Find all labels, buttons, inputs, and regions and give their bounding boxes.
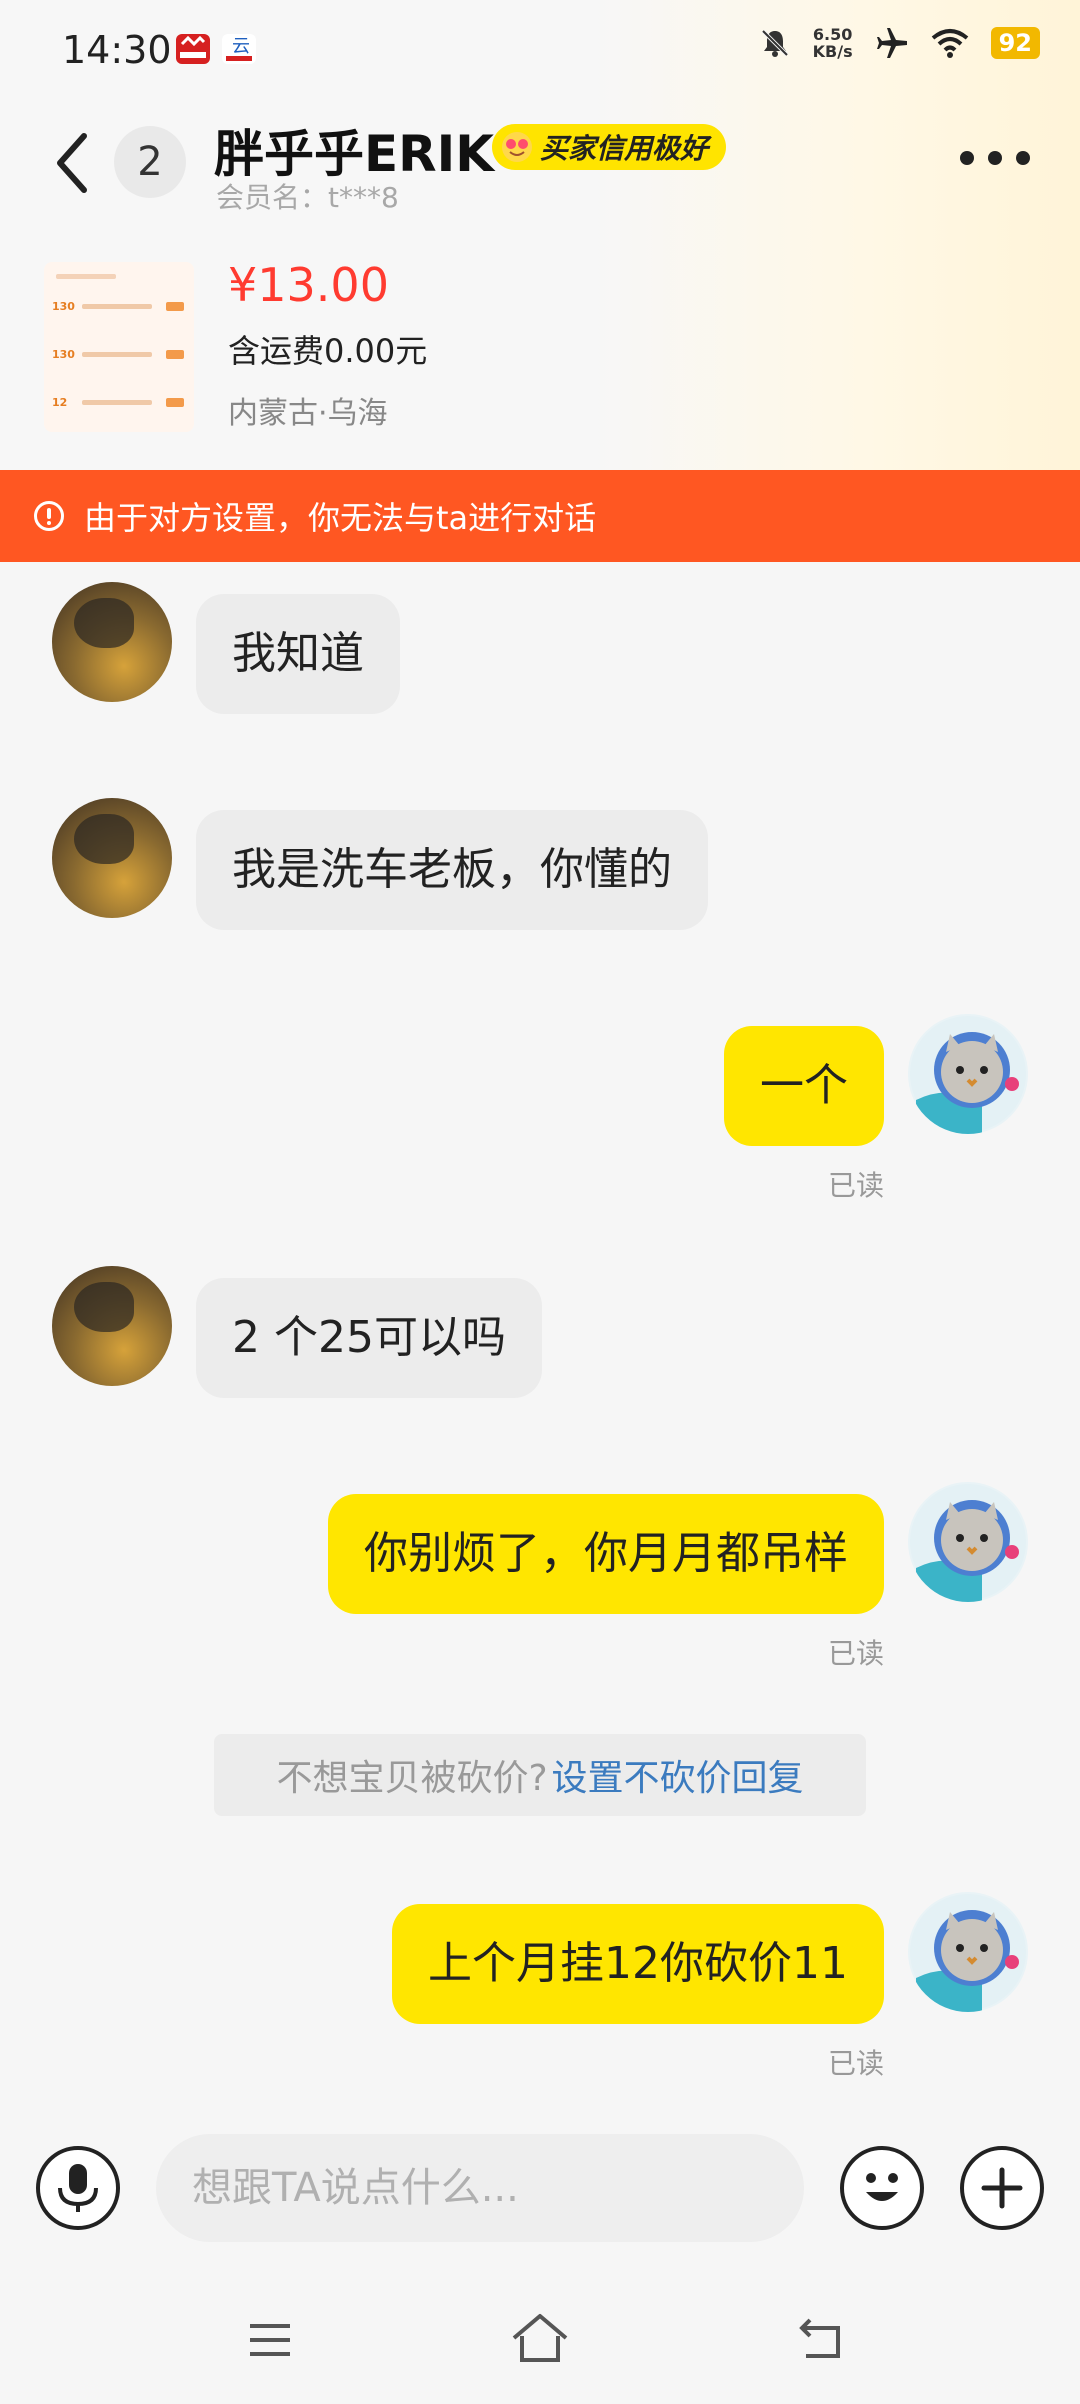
warning-icon: [34, 501, 64, 531]
home-nav-button[interactable]: [510, 2312, 570, 2368]
message-bubble-received[interactable]: 我是洗车老板，你懂的: [196, 810, 708, 930]
status-time: 14:30: [62, 28, 172, 72]
voice-button[interactable]: [36, 2146, 120, 2230]
product-thumbnail[interactable]: 130 130 12: [44, 262, 194, 432]
return-icon: [799, 2318, 840, 2358]
back-arrow-icon: [57, 133, 87, 193]
return-nav-button[interactable]: [796, 2314, 848, 2366]
back-button[interactable]: [50, 128, 96, 198]
emoji-button[interactable]: [840, 2146, 924, 2230]
speed-value: 6.50: [812, 25, 853, 44]
message-input[interactable]: [156, 2134, 804, 2242]
svg-text:云: 云: [232, 36, 250, 57]
plus-icon: [981, 2167, 1023, 2209]
menu-icon: [250, 2324, 290, 2356]
read-status: 已读: [827, 2047, 884, 2080]
warning-banner: 由于对方设置，你无法与ta进行对话: [0, 470, 1080, 562]
my-avatar[interactable]: [908, 1892, 1028, 2012]
status-app-icon-2: 云: [222, 34, 256, 64]
cat-avatar-icon: [910, 1016, 1026, 1134]
speed-unit: KB/s: [812, 42, 853, 61]
status-app-icon-1: [176, 34, 210, 64]
my-avatar[interactable]: [908, 1014, 1028, 1134]
message-bubble-received[interactable]: 我知道: [196, 594, 400, 714]
more-icon: [960, 151, 974, 165]
message-bubble-sent[interactable]: 上个月挂12你砍价11: [392, 1904, 884, 2024]
contact-avatar[interactable]: [52, 582, 172, 702]
contact-avatar[interactable]: [52, 798, 172, 918]
hint-text: 不想宝贝被砍价?: [276, 1758, 548, 1799]
hint-link[interactable]: 设置不砍价回复: [552, 1749, 804, 1801]
read-status: 已读: [827, 1169, 884, 1202]
more-button[interactable]: [960, 146, 1030, 170]
product-shipping: 含运费0.00元: [228, 332, 428, 370]
credit-badge-label: 买家信用极好: [540, 132, 709, 165]
plus-button[interactable]: [960, 2146, 1044, 2230]
battery-level: 92: [990, 27, 1040, 59]
thumb-value: 130: [52, 300, 75, 313]
my-avatar[interactable]: [908, 1482, 1028, 1602]
unread-count-badge[interactable]: 2: [114, 126, 186, 198]
credit-face-icon: [502, 132, 532, 162]
message-bubble-sent[interactable]: 你别烦了，你月月都吊样: [328, 1494, 884, 1614]
home-icon: [512, 2314, 568, 2362]
product-price: ¥13.00: [228, 258, 389, 312]
network-speed: 6.50 KB/s: [813, 26, 853, 60]
more-icon-dot: [1016, 151, 1030, 165]
cat-avatar-icon: [910, 1484, 1026, 1602]
airplane-icon: [876, 28, 907, 58]
system-hint: 不想宝贝被砍价? 设置不砍价回复: [214, 1734, 866, 1816]
product-location: 内蒙古·乌海: [228, 396, 388, 431]
message-bubble-sent[interactable]: 一个: [724, 1026, 884, 1146]
thumb-value: 130: [52, 348, 75, 361]
credit-badge[interactable]: 买家信用极好: [492, 124, 727, 170]
member-name: 会员名：t***8: [216, 181, 399, 214]
menu-nav-button[interactable]: [246, 2318, 294, 2366]
warning-text: 由于对方设置，你无法与ta进行对话: [84, 499, 597, 537]
status-right: 6.50 KB/s 92: [759, 26, 1040, 60]
wifi-icon: [931, 29, 968, 58]
thumb-value: 12: [52, 396, 68, 409]
mute-bell-icon: [761, 29, 789, 57]
message-bubble-received[interactable]: 2 个25可以吗: [196, 1278, 542, 1398]
cat-avatar-icon: [910, 1894, 1026, 2012]
emoji-icon: [866, 2173, 898, 2201]
read-status: 已读: [827, 1637, 884, 1670]
microphone-icon: [58, 2164, 98, 2212]
more-icon-dot: [988, 151, 1002, 165]
contact-avatar[interactable]: [52, 1266, 172, 1386]
